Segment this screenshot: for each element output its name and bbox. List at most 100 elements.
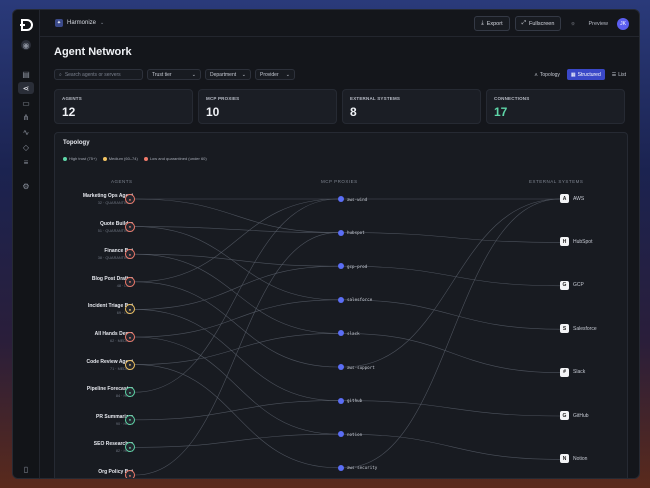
app-logo[interactable]: [19, 18, 33, 32]
dashboard-icon[interactable]: ▤: [18, 68, 34, 80]
proxy-node[interactable]: gcp-prod: [338, 263, 368, 270]
stat-value: 12: [62, 105, 76, 119]
external-system-node[interactable]: # Slack: [560, 367, 586, 377]
external-system-label: GitHub: [573, 412, 589, 419]
gear-icon[interactable]: ⚙: [18, 180, 34, 192]
proxy-label: aws-security: [347, 465, 378, 471]
external-system-label: Slack: [573, 369, 586, 376]
connection-line: [343, 232, 561, 243]
provider-select[interactable]: Provider ⌄: [255, 69, 295, 80]
external-system-icon: G: [560, 280, 569, 290]
search-placeholder: Search agents or servers: [64, 71, 121, 78]
hierarchy-icon[interactable]: ⋔: [18, 111, 34, 123]
stat-label: MCP PROXIES: [206, 96, 240, 101]
external-system-label: GCP: [573, 282, 584, 289]
external-system-node[interactable]: H HubSpot: [560, 237, 593, 247]
connection-line: [343, 198, 561, 368]
view-list-button[interactable]: ☰ List: [608, 69, 630, 80]
agent-trust-icon[interactable]: ●: [125, 414, 135, 425]
department-label: Department: [210, 71, 237, 78]
view-topology-button[interactable]: ⋏ Topology: [530, 69, 564, 80]
workspace-switcher[interactable]: ✦ Harmonize ⌄: [55, 19, 104, 27]
external-system-label: HubSpot: [573, 238, 593, 245]
external-system-icon: A: [560, 194, 569, 203]
proxy-node[interactable]: github: [338, 397, 362, 404]
agent-trust-icon[interactable]: ●: [125, 194, 135, 204]
trust-tier-label: Trust tier: [152, 71, 172, 78]
connection-line: [134, 299, 339, 338]
trust-tier-select[interactable]: Trust tier ⌄: [147, 69, 201, 80]
stat-label: AGENTS: [62, 96, 82, 101]
topology-panel: Topology High trust (75+) Medium (60–74)…: [54, 132, 628, 478]
agent-trust-icon[interactable]: ●: [125, 359, 135, 370]
settings-sliders-icon[interactable]: ≡: [18, 156, 34, 168]
proxy-dot: [338, 296, 344, 303]
app-window: ◉ ▤ ⋖ ▭ ⋔ ∿ ◇ ≡ ⚙ ▯ ✦ Harmonize ⌄ ⤓ Expo…: [12, 9, 640, 479]
sidebar-rail: ◉ ▤ ⋖ ▭ ⋔ ∿ ◇ ≡ ⚙ ▯: [13, 10, 40, 478]
connection-line: [134, 198, 339, 233]
stat-card-connections: CONNECTIONS 17: [486, 89, 625, 124]
shield-icon[interactable]: ◇: [18, 141, 34, 153]
fullscreen-button[interactable]: ⤢ Fullscreen: [514, 16, 562, 31]
connection-line: [134, 433, 339, 448]
external-system-icon: #: [560, 367, 569, 377]
external-system-node[interactable]: A AWS: [560, 194, 584, 203]
avatar[interactable]: JK: [617, 17, 629, 30]
view-structured-button[interactable]: ▦ Structured: [566, 69, 605, 80]
external-system-node[interactable]: G GitHub: [560, 411, 589, 420]
connection-line: [134, 400, 339, 421]
org-switcher-icon[interactable]: ◉: [21, 40, 31, 50]
view-structured-label: Structured: [577, 71, 601, 78]
page-title: Agent Network: [54, 46, 132, 58]
network-icon[interactable]: ⋖: [18, 82, 34, 94]
proxy-node[interactable]: salesforce: [338, 296, 372, 303]
workspace-icon: ✦: [55, 19, 63, 27]
external-system-icon: G: [560, 411, 569, 420]
external-system-node[interactable]: S Salesforce: [560, 324, 597, 334]
stat-card-proxies: MCP PROXIES 10: [198, 89, 337, 124]
proxy-node[interactable]: aws-security: [338, 464, 378, 471]
connection-line: [343, 400, 561, 417]
proxy-node[interactable]: hubspot: [338, 229, 365, 236]
list-icon: ☰: [611, 71, 617, 78]
stat-label: EXTERNAL SYSTEMS: [350, 96, 401, 101]
proxy-dot: [338, 263, 344, 270]
proxy-label: notion: [347, 431, 363, 437]
agent-trust-icon[interactable]: ●: [125, 332, 135, 342]
external-system-label: AWS: [573, 195, 585, 202]
proxy-node[interactable]: aws-wind: [338, 196, 367, 202]
proxy-label: gcp-prod: [347, 263, 368, 269]
connection-line: [134, 309, 339, 401]
connection-line: [134, 364, 339, 469]
connection-line: [134, 253, 339, 334]
agent-trust-icon[interactable]: ●: [125, 221, 135, 232]
proxy-dot: [338, 431, 344, 438]
proxy-node[interactable]: slack: [338, 330, 360, 337]
inbox-icon[interactable]: ▭: [18, 97, 34, 109]
department-select[interactable]: Department ⌄: [205, 69, 251, 80]
agent-trust-icon[interactable]: ●: [125, 470, 135, 478]
connection-line: [134, 226, 339, 301]
proxy-dot: [338, 397, 344, 404]
search-input[interactable]: ⌕ Search agents or servers: [54, 69, 143, 80]
proxy-label: hubspot: [347, 230, 365, 236]
collapse-icon[interactable]: ▯: [18, 463, 34, 475]
agent-trust-icon[interactable]: ●: [125, 276, 135, 287]
stats-row: AGENTS 12 MCP PROXIES 10 EXTERNAL SYSTEM…: [54, 89, 625, 124]
external-system-node[interactable]: N Notion: [560, 454, 588, 464]
proxy-node[interactable]: aws-support: [338, 364, 375, 370]
proxy-node[interactable]: notion: [338, 431, 363, 438]
external-system-label: Notion: [573, 455, 588, 462]
activity-icon[interactable]: ∿: [18, 126, 34, 138]
preview-button[interactable]: Preview: [584, 21, 612, 27]
connection-line: [343, 333, 561, 373]
proxy-dot: [338, 464, 344, 471]
external-system-icon: S: [560, 324, 569, 334]
view-topology-label: Topology: [539, 71, 560, 78]
export-button[interactable]: ⤓ Export: [474, 16, 510, 31]
connection-line: [134, 253, 339, 267]
external-system-node[interactable]: G GCP: [560, 280, 584, 290]
connection-line: [343, 198, 561, 469]
connection-line: [134, 232, 339, 476]
theme-icon[interactable]: ☼: [566, 21, 579, 27]
